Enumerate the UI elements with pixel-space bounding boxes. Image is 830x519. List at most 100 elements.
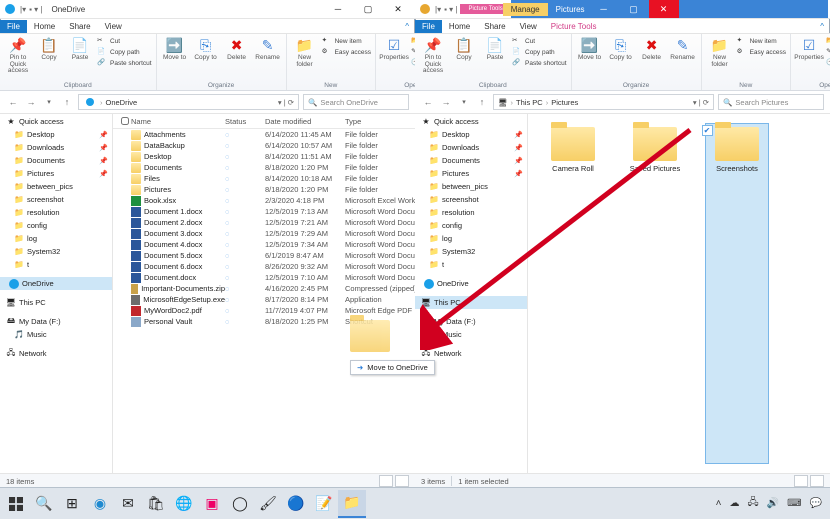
taskbar-edge-icon[interactable]: ◉ [86,491,114,517]
breadcrumb-item[interactable]: Pictures [551,98,578,107]
column-status[interactable]: Status [225,117,265,126]
sidebar-item[interactable]: 📁Documents📌 [415,154,527,167]
help-icon[interactable]: ^ [820,22,824,31]
pin-to-quick-access-button[interactable]: Pin to Quick access [4,36,32,75]
delete-button[interactable]: Delete [223,36,251,62]
sidebar-item[interactable]: 📁Pictures📌 [0,167,112,180]
paste-shortcut-button[interactable]: 🔗Paste shortcut [97,58,152,68]
refresh-icon[interactable]: ▾ | ⟳ [278,98,294,107]
breadcrumb[interactable]: › OneDrive ▾ | ⟳ [78,94,299,110]
maximize-button[interactable]: ▢ [619,0,649,18]
home-tab[interactable]: Home [442,20,477,33]
sidebar-onedrive[interactable]: OneDrive [0,277,112,290]
folder-tile[interactable]: Screenshots [706,124,768,463]
edit-button[interactable]: ✎Edit [826,47,830,57]
navigation-pane[interactable]: ★Quick access 📁Desktop📌📁Downloads📌📁Docum… [415,114,528,473]
copy-button[interactable]: Copy [35,36,63,62]
file-row[interactable]: Document 1.docx12/5/2019 7:13 AMMicrosof… [113,206,415,217]
column-date[interactable]: Date modified [265,117,345,126]
share-tab[interactable]: Share [62,20,97,33]
start-button[interactable] [2,491,30,517]
navigation-pane[interactable]: ★Quick access 📁Desktop📌📁Downloads📌📁Docum… [0,114,113,473]
paste-button[interactable]: Paste [481,36,509,62]
pin-to-quick-access-button[interactable]: Pin to Quick access [419,36,447,75]
copy-button[interactable]: Copy [450,36,478,62]
tray-onedrive-icon[interactable]: ☁ [730,498,740,509]
file-row[interactable]: Document 6.docx8/26/2020 9:32 AMMicrosof… [113,261,415,272]
sidebar-item[interactable]: 📁Downloads📌 [415,141,527,154]
qat-customize-icon[interactable]: ▾ [22,5,26,14]
file-tab[interactable]: File [0,20,27,33]
title-bar[interactable]: | ▾ ▪ ▾ | Picture Tools Manage Pictures … [415,0,830,19]
properties-button[interactable]: Properties [380,36,408,62]
taskbar-taskview-icon[interactable]: ⊞ [58,491,86,517]
details-view-button[interactable] [794,475,808,487]
forward-button[interactable]: → [439,95,453,109]
taskbar-mail-icon[interactable]: ✉ [114,491,142,517]
forward-button[interactable]: → [24,95,38,109]
sidebar-mydata-drive[interactable]: 🖴My Data (F:) [0,315,112,328]
sidebar-item[interactable]: 📁Downloads📌 [0,141,112,154]
copy-to-button[interactable]: Copy to [192,36,220,62]
manage-tool-tab[interactable]: Manage [503,3,548,16]
sidebar-item[interactable]: 📁System32 [0,245,112,258]
title-bar[interactable]: | ▾ ▪ ▾ | OneDrive ─ ▢ ✕ [0,0,415,19]
tray-overflow-icon[interactable]: ˄ [716,498,722,509]
sidebar-network[interactable]: 🖧Network [0,347,112,360]
properties-button[interactable]: Properties [795,36,823,62]
file-row[interactable]: MicrosoftEdgeSetup.exe8/17/2020 8:14 PMA… [113,294,415,305]
easy-access-button[interactable]: ⚙Easy access [737,47,787,57]
view-tab[interactable]: View [513,20,544,33]
sidebar-item[interactable]: 📁Documents📌 [0,154,112,167]
recent-button[interactable]: ▾ [42,95,56,109]
cut-button[interactable]: ✂Cut [97,36,152,46]
column-headers[interactable]: Name Status Date modified Type [113,114,415,129]
tray-volume-icon[interactable]: 🔊 [767,498,779,509]
column-type[interactable]: Type [345,117,415,126]
file-row[interactable]: Document 5.docx6/1/2019 8:47 AMMicrosoft… [113,250,415,261]
taskbar-browser-icon[interactable]: 🌐 [170,491,198,517]
folder-tile[interactable]: Saved Pictures [624,124,686,463]
rename-button[interactable]: Rename [254,36,282,62]
sidebar-item[interactable]: 📁screenshot [415,193,527,206]
file-row[interactable]: DataBackup6/14/2020 10:57 AMFile folder [113,140,415,151]
sidebar-mydata-drive[interactable]: 🖴My Data (F:) [415,315,527,328]
sidebar-item[interactable]: 📁between_pics [415,180,527,193]
select-all-checkbox[interactable] [121,117,129,125]
folder-tile[interactable]: Camera Roll [542,124,604,463]
taskbar-photos-icon[interactable]: ▣ [198,491,226,517]
taskbar-search-icon[interactable]: 🔍 [30,491,58,517]
sidebar-this-pc[interactable]: 🖥This PC [415,296,527,309]
sidebar-quick-access[interactable]: ★Quick access [415,115,527,128]
copy-path-button[interactable]: 📄Copy path [512,47,567,57]
minimize-button[interactable]: ─ [589,0,619,18]
move-to-button[interactable]: Move to [161,36,189,62]
file-tab[interactable]: File [415,20,442,33]
folder-grid-pane[interactable]: Camera Roll Saved Pictures Screenshots [528,114,830,473]
picture-tools-subtab[interactable]: Picture Tools [544,20,604,33]
close-button[interactable]: ✕ [649,0,679,18]
sidebar-music[interactable]: 🎵Music [0,328,112,341]
new-item-button[interactable]: ✦New item [322,36,372,46]
file-row[interactable]: Pictures8/18/2020 1:20 PMFile folder [113,184,415,195]
icons-view-button[interactable] [395,475,409,487]
close-button[interactable]: ✕ [383,0,413,18]
paste-button[interactable]: Paste [66,36,94,62]
cut-button[interactable]: ✂Cut [512,36,567,46]
tray-notifications-icon[interactable]: 💬 [810,498,822,509]
refresh-icon[interactable]: ▾ | ⟳ [693,98,709,107]
new-folder-button[interactable]: New folder [706,36,734,68]
search-box[interactable]: 🔍 Search Pictures [718,94,824,110]
taskbar-paint-icon[interactable]: 🖌 [254,491,282,517]
taskbar-notes-icon[interactable]: 📝 [310,491,338,517]
file-list-pane[interactable]: Name Status Date modified Type Attachmen… [113,114,415,473]
up-button[interactable]: ↑ [475,95,489,109]
details-view-button[interactable] [379,475,393,487]
sidebar-music[interactable]: 🎵Music [415,328,527,341]
sidebar-network[interactable]: 🖧Network [415,347,527,360]
minimize-button[interactable]: ─ [323,0,353,18]
new-folder-button[interactable]: New folder [291,36,319,68]
file-row[interactable]: Attachments6/14/2020 11:45 AMFile folder [113,129,415,140]
taskbar[interactable]: 🔍 ⊞ ◉ ✉ 🛍 🌐 ▣ ◯ 🖌 🔵 📝 📁 ˄ ☁ 🖧 🔊 ⌨ 💬 [0,487,830,519]
taskbar-chrome-icon[interactable]: ◯ [226,491,254,517]
